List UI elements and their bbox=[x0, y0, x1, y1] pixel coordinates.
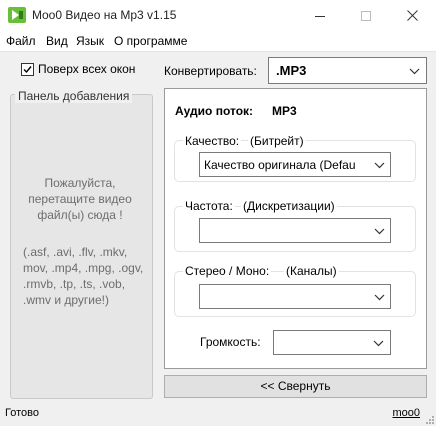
status-text: Готово bbox=[5, 407, 39, 419]
drop-hint: Пожалуйста, перетащите видео файл(ы) сюд… bbox=[28, 176, 132, 222]
audio-stream-value: MP3 bbox=[272, 104, 297, 118]
add-panel-title: Панель добавления bbox=[15, 89, 133, 103]
close-button[interactable] bbox=[389, 0, 435, 31]
maximize-icon bbox=[361, 10, 371, 21]
quality-select[interactable]: Качество оригинала (Defau bbox=[199, 152, 391, 177]
minimize-button[interactable] bbox=[297, 0, 343, 31]
checkmark-icon bbox=[23, 65, 32, 73]
moo0-app-icon bbox=[8, 7, 26, 23]
chevron-down-icon bbox=[373, 340, 384, 346]
always-on-top-label: Поверх всех окон bbox=[38, 62, 136, 76]
menu-bar: Файл Вид Язык О программе bbox=[0, 31, 436, 52]
channels-label: Стерео / Моно: bbox=[183, 264, 272, 278]
moo0-link[interactable]: moo0 bbox=[392, 407, 420, 419]
channels-sublabel: (Каналы) bbox=[284, 264, 339, 278]
chevron-down-icon bbox=[409, 68, 420, 74]
audio-stream-label: Аудио поток: bbox=[175, 104, 254, 118]
minimize-icon bbox=[315, 15, 325, 17]
volume-label: Громкость: bbox=[200, 335, 261, 349]
chevron-down-icon bbox=[374, 162, 385, 168]
maximize-button[interactable] bbox=[343, 0, 389, 31]
quality-sublabel: (Битрейт) bbox=[248, 134, 306, 148]
always-on-top-checkbox[interactable]: Поверх всех окон bbox=[21, 62, 135, 76]
title-bar[interactable]: Moo0 Видео на Mp3 v1.15 bbox=[0, 0, 436, 31]
frequency-select[interactable] bbox=[199, 218, 391, 243]
quality-label: Качество: bbox=[183, 134, 242, 148]
supported-formats: (.asf, .avi, .flv, .mkv, mov, .mp4, .mpg… bbox=[23, 245, 144, 307]
menu-language[interactable]: Язык bbox=[76, 34, 104, 48]
collapse-button[interactable]: << Свернуть bbox=[164, 375, 427, 398]
menu-view[interactable]: Вид bbox=[46, 34, 68, 48]
checkbox-box[interactable] bbox=[21, 62, 34, 76]
channels-select[interactable] bbox=[199, 284, 391, 309]
convert-label: Конвертировать: bbox=[164, 64, 257, 78]
output-format-select[interactable]: .MP3 bbox=[268, 57, 427, 84]
frequency-label: Частота: bbox=[183, 199, 235, 213]
chevron-down-icon bbox=[374, 294, 385, 300]
window-title: Moo0 Видео на Mp3 v1.15 bbox=[32, 8, 177, 22]
menu-about[interactable]: О программе bbox=[114, 34, 187, 48]
close-icon bbox=[406, 10, 418, 21]
frequency-sublabel: (Дискретизации) bbox=[241, 199, 337, 213]
chevron-down-icon bbox=[374, 228, 385, 234]
volume-select[interactable] bbox=[273, 330, 391, 355]
quality-value: Качество оригинала (Defau bbox=[204, 158, 356, 172]
output-format-value: .MP3 bbox=[276, 63, 307, 78]
menu-file[interactable]: Файл bbox=[6, 34, 36, 48]
resize-grip-icon[interactable] bbox=[425, 415, 435, 425]
